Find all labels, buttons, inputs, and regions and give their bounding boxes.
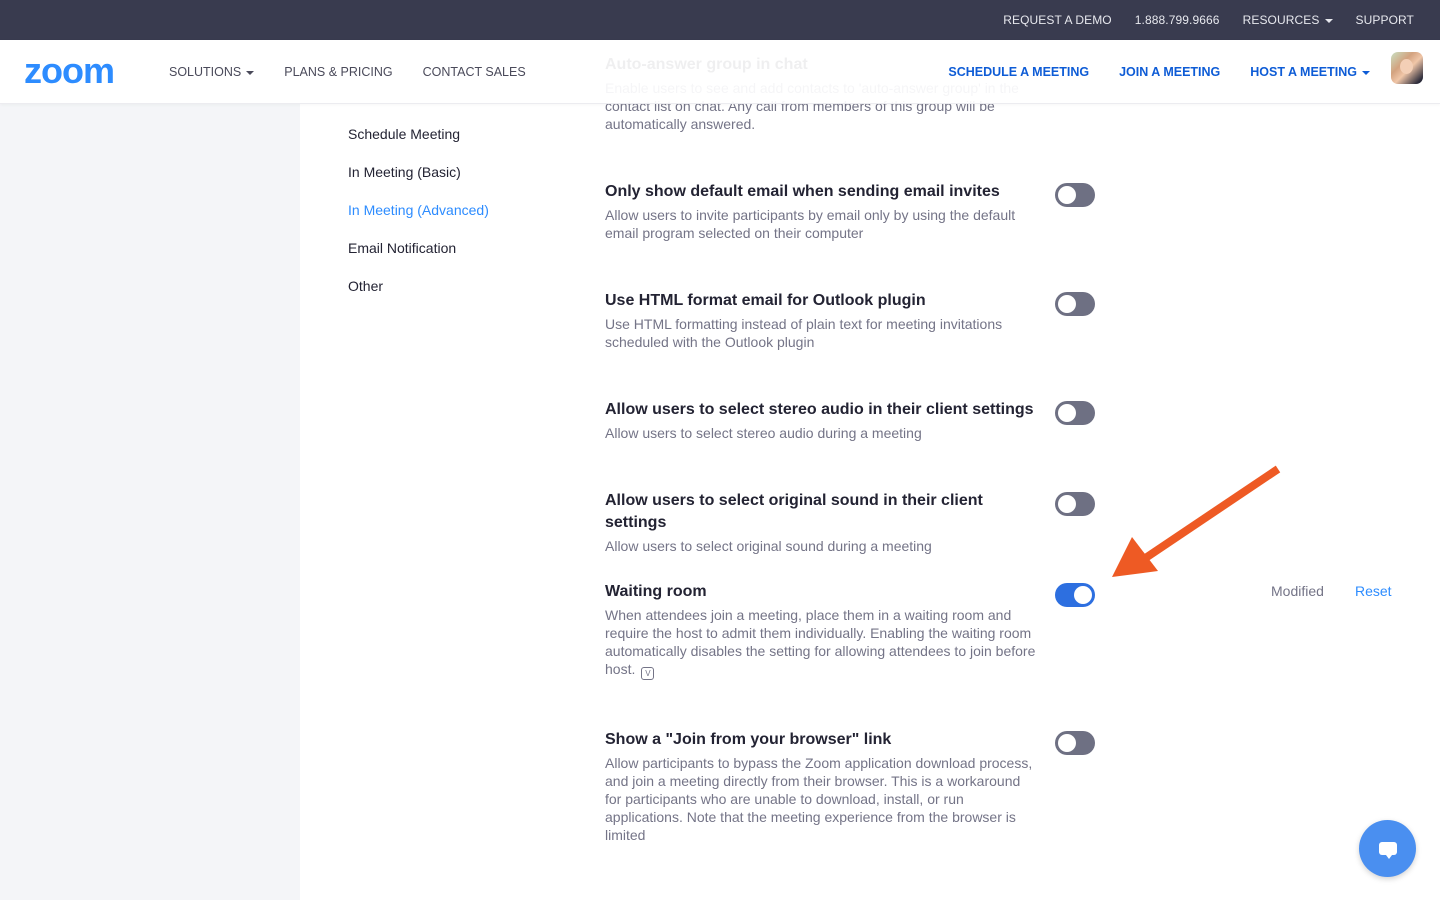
settings-sidenav: Schedule Meeting In Meeting (Basic) In M… [348,124,489,314]
reset-link[interactable]: Reset [1355,583,1392,599]
left-gutter [0,104,300,900]
nav-contact-label: CONTACT SALES [422,65,526,79]
phone-label: 1.888.799.9666 [1134,13,1220,27]
request-demo-link[interactable]: REQUEST A DEMO [1003,13,1112,27]
chevron-down-icon [246,70,255,75]
toggle-knob [1058,495,1076,513]
setting-title: Waiting room [605,583,707,600]
nav-contact-sales[interactable]: CONTACT SALES [423,65,526,79]
annotation-arrow-icon [1112,465,1281,577]
setting-description-text: When attendees join a meeting, place the… [605,607,1036,677]
resources-menu[interactable]: RESOURCES [1243,13,1333,27]
nav-solutions-label: SOLUTIONS [169,65,242,79]
request-demo-label: REQUEST A DEMO [1003,13,1112,27]
toggle-html-email-outlook[interactable] [1055,292,1095,316]
schedule-meeting-label: SCHEDULE A MEETING [948,65,1090,79]
sidenav-item-in-meeting-basic[interactable]: In Meeting (Basic) [348,162,489,200]
zoom-logo[interactable]: zoom [24,53,115,89]
sidenav-item-email-notification[interactable]: Email Notification [348,238,489,276]
primary-nav: SOLUTIONS PLANS & PRICING CONTACT SALES [169,40,556,104]
chat-bubble-icon [1378,842,1397,859]
info-v-icon[interactable]: V [641,667,655,680]
main-header: zoom SOLUTIONS PLANS & PRICING CONTACT S… [0,40,1440,104]
toggle-original-sound[interactable] [1055,492,1095,516]
setting-stereo-audio: Allow users to select stereo audio in th… [605,399,1405,442]
sidenav-item-other[interactable]: Other [348,276,489,314]
setting-default-email: Only show default email when sending ema… [605,181,1405,242]
setting-title: Only show default email when sending ema… [605,183,1000,200]
toggle-default-email[interactable] [1055,183,1095,207]
chevron-down-icon [1362,70,1370,75]
schedule-meeting-link[interactable]: SCHEDULE A MEETING [948,65,1089,79]
nav-solutions[interactable]: SOLUTIONS [169,65,255,79]
user-avatar[interactable] [1391,52,1423,84]
join-meeting-label: JOIN A MEETING [1119,65,1221,79]
host-meeting-label: HOST A MEETING [1250,65,1357,79]
toggle-knob [1058,734,1076,752]
meeting-nav: SCHEDULE A MEETING JOIN A MEETING HOST A… [918,40,1370,104]
toggle-knob [1058,404,1076,422]
toggle-waiting-room[interactable] [1055,583,1095,607]
resources-label: RESOURCES [1242,13,1320,27]
chat-button[interactable] [1359,820,1416,877]
setting-html-email-outlook: Use HTML format email for Outlook plugin… [605,290,1405,351]
support-link[interactable]: SUPPORT [1356,13,1415,27]
sidenav-item-schedule-meeting[interactable]: Schedule Meeting [348,124,489,162]
support-label: SUPPORT [1355,13,1414,27]
arrow-shaft [1135,465,1281,567]
join-meeting-link[interactable]: JOIN A MEETING [1119,65,1220,79]
sidenav-item-in-meeting-advanced[interactable]: In Meeting (Advanced) [348,200,489,238]
nav-plans-label: PLANS & PRICING [284,65,393,79]
setting-description: When attendees join a meeting, place the… [605,606,1037,680]
setting-description: Allow users to select stereo audio durin… [605,425,922,441]
setting-description: Use HTML formatting instead of plain tex… [605,316,1003,350]
setting-description: Allow users to select original sound dur… [605,538,932,554]
phone-link[interactable]: 1.888.799.9666 [1135,13,1220,27]
modified-status: Modified [1271,583,1324,599]
toggle-knob [1074,586,1092,604]
setting-title: Allow users to select stereo audio in th… [605,401,1034,418]
setting-title: Allow users to select original sound in … [605,492,983,531]
top-utility-bar: REQUEST A DEMO 1.888.799.9666 RESOURCES … [0,0,1440,40]
setting-description: Allow users to invite participants by em… [605,207,1016,241]
host-meeting-menu[interactable]: HOST A MEETING [1250,65,1370,79]
toggle-knob [1058,295,1076,313]
toggle-knob [1058,186,1076,204]
setting-description: Allow participants to bypass the Zoom ap… [605,755,1033,843]
setting-title: Show a "Join from your browser" link [605,731,892,748]
chevron-down-icon [1324,18,1333,23]
toggle-join-from-browser[interactable] [1055,731,1095,755]
toggle-stereo-audio[interactable] [1055,401,1095,425]
nav-plans-pricing[interactable]: PLANS & PRICING [284,65,392,79]
setting-title: Use HTML format email for Outlook plugin [605,292,926,309]
setting-waiting-room: Waiting room When attendees join a meeti… [605,581,1405,680]
setting-join-from-browser: Show a "Join from your browser" link All… [605,729,1405,844]
